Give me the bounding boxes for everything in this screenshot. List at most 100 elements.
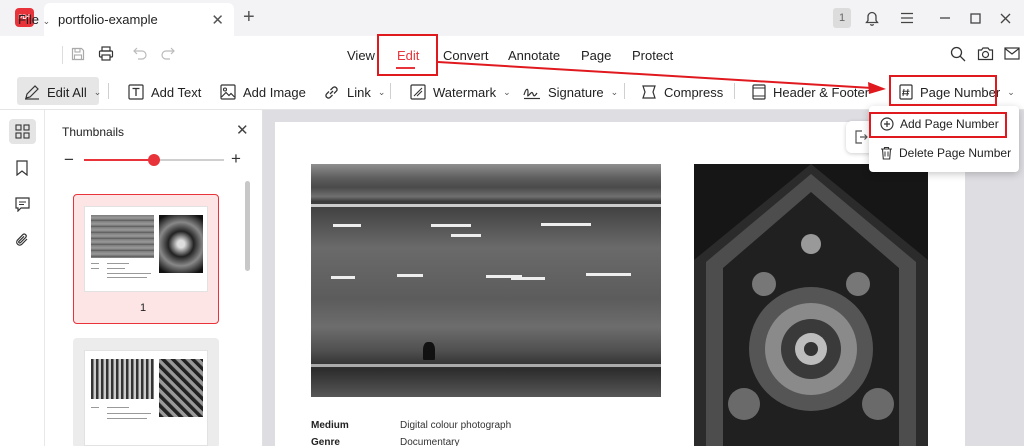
chevron-down-icon: ⌄ — [610, 86, 619, 97]
divider — [62, 46, 63, 64]
mail-icon[interactable] — [1004, 47, 1020, 63]
chevron-down-icon: ⌄ — [1007, 86, 1015, 97]
export-icon — [855, 130, 868, 144]
bookmark-icon[interactable] — [15, 160, 29, 179]
camera-icon[interactable] — [977, 46, 994, 64]
divider — [108, 83, 109, 99]
road-dash — [331, 276, 355, 279]
carving-photo — [694, 164, 928, 446]
road-dash — [431, 224, 471, 227]
chevron-down-icon: ⌄ — [503, 86, 511, 97]
new-tab-button[interactable]: + — [243, 6, 255, 29]
tab-title: portfolio-example — [58, 12, 158, 27]
add-image-label: Add Image — [243, 84, 306, 100]
signature-button[interactable]: Signature ⌄ — [523, 75, 618, 109]
divider — [390, 83, 391, 99]
document-tab[interactable]: portfolio-example ✕ — [44, 3, 234, 36]
tab-page[interactable]: Page — [581, 48, 611, 63]
tab-protect[interactable]: Protect — [632, 48, 673, 63]
thumbnail-photo — [159, 359, 203, 417]
header-footer-label: Header & Footer — [773, 84, 870, 100]
chevron-down-icon: ⌄ — [377, 86, 386, 97]
add-text-label: Add Text — [151, 84, 202, 100]
watermark-label: Watermark — [433, 84, 497, 100]
print-icon[interactable] — [98, 46, 114, 64]
close-window-icon[interactable] — [994, 5, 1016, 31]
header-footer-button[interactable]: Header & Footer — [752, 75, 869, 109]
save-icon[interactable] — [71, 47, 85, 64]
thumbnail-text-line — [107, 277, 147, 278]
thumbnail-text-line — [91, 407, 99, 408]
thumbnail-page-preview — [84, 350, 208, 446]
slider-handle[interactable] — [148, 154, 160, 166]
road-dash — [451, 234, 481, 237]
file-menu[interactable]: File ⌄ — [18, 12, 50, 27]
slider-fill — [84, 159, 154, 161]
road-dash — [586, 273, 631, 276]
link-icon — [325, 85, 338, 99]
add-image-button[interactable]: Add Image — [220, 75, 306, 109]
compress-label: Compress — [664, 84, 724, 100]
thumbnail-photo — [91, 359, 154, 399]
annotation-box-page-number — [889, 75, 997, 106]
bell-icon[interactable] — [861, 5, 883, 31]
pencil-icon — [25, 85, 39, 100]
tab-close-icon[interactable]: ✕ — [211, 11, 224, 29]
thumbnails-title: Thumbnails — [62, 125, 125, 139]
road-dash — [541, 223, 591, 226]
thumbnail-text-line — [107, 263, 129, 264]
comment-icon[interactable] — [15, 197, 30, 215]
compress-button[interactable]: Compress — [641, 75, 723, 109]
road-photo — [311, 164, 661, 397]
thumbnail-text-line — [107, 407, 129, 408]
thumbnail-zoom-slider[interactable] — [84, 154, 224, 166]
thumbnail-photo — [91, 215, 154, 258]
watermark-icon — [410, 84, 426, 100]
thumbnails-icon[interactable] — [15, 124, 30, 142]
hamburger-menu-icon[interactable] — [896, 5, 918, 31]
meta-value-genre: Documentary — [400, 437, 460, 446]
edit-all-button[interactable]: Edit All ⌄ — [24, 75, 101, 109]
delete-page-number-label: Delete Page Number — [899, 146, 1012, 160]
tab-annotate[interactable]: Annotate — [508, 48, 560, 63]
chevron-down-icon: ⌄ — [93, 86, 102, 97]
add-text-button[interactable]: Add Text — [128, 75, 201, 109]
road-dash — [397, 274, 423, 277]
tab-convert[interactable]: Convert — [443, 48, 489, 63]
file-menu-label: File — [18, 12, 39, 27]
thumbnail-text-line — [107, 418, 147, 419]
minimize-icon[interactable] — [934, 5, 956, 31]
thumbnail-text-line — [91, 263, 99, 264]
thumbnail-page-preview — [84, 206, 208, 292]
annotation-box-add-page-number — [869, 112, 1007, 138]
thumbnail-text-line — [107, 268, 125, 269]
divider — [734, 83, 735, 99]
thumbnails-close-icon[interactable]: ✕ — [236, 121, 249, 139]
watermark-button[interactable]: Watermark ⌄ — [410, 75, 511, 109]
redo-icon[interactable] — [160, 47, 175, 63]
link-button[interactable]: Link ⌄ — [323, 75, 385, 109]
zoom-in-button[interactable]: + — [231, 149, 241, 169]
meta-key-genre: Genre — [311, 437, 340, 446]
thumbnail-page-label: 1 — [140, 302, 147, 314]
delete-page-number-item[interactable]: Delete Page Number — [880, 146, 1011, 160]
road-edge-line — [311, 204, 661, 207]
tab-view[interactable]: View — [347, 48, 375, 63]
text-box-icon — [128, 84, 144, 100]
thumbnail-photo — [159, 215, 203, 273]
maximize-icon[interactable] — [964, 5, 986, 31]
undo-icon[interactable] — [133, 47, 148, 63]
annotation-box-edit — [377, 34, 438, 76]
road-dash — [511, 277, 545, 280]
meta-value-medium: Digital colour photograph — [400, 420, 512, 431]
trash-icon — [881, 146, 892, 160]
header-footer-icon — [752, 84, 766, 100]
thumbnails-scrollbar[interactable] — [245, 181, 250, 271]
chevron-down-icon: ⌄ — [42, 16, 51, 26]
zoom-out-button[interactable]: − — [64, 150, 74, 170]
thumbnail-text-line — [107, 273, 151, 274]
attachment-icon[interactable] — [15, 232, 30, 251]
search-icon[interactable] — [950, 46, 966, 65]
signature-icon — [523, 88, 540, 100]
image-icon — [220, 84, 236, 100]
